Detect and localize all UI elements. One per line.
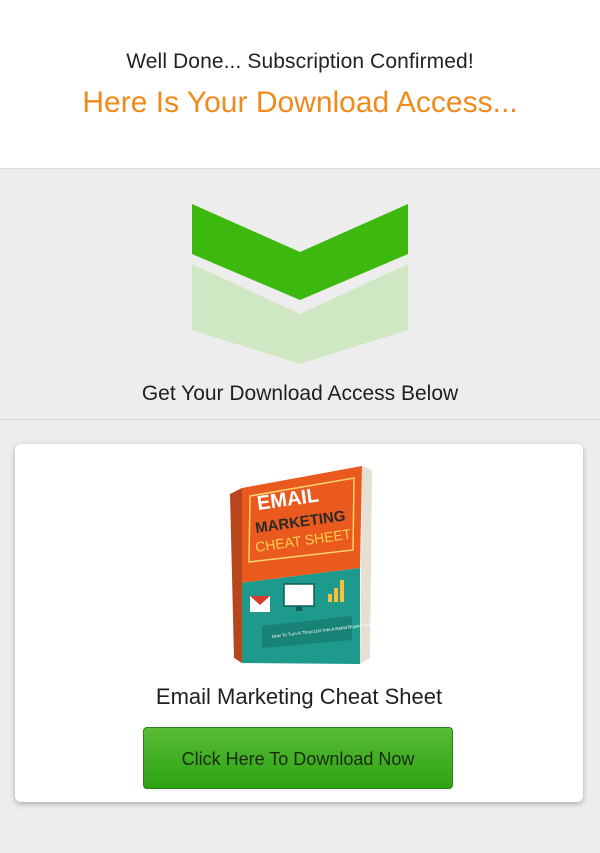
confirmation-header: Well Done... Subscription Confirmed! Her… [0, 0, 600, 169]
download-section-label: Get Your Download Access Below [141, 382, 459, 405]
ebook-cover-image: EMAIL MARKETING CHEAT SHEET How To Turn … [230, 466, 372, 664]
confirmation-message: Well Done... Subscription Confirmed! [126, 50, 474, 73]
product-title: Email Marketing Cheat Sheet [155, 684, 443, 709]
down-chevron-icon [192, 204, 408, 364]
download-button[interactable]: Click Here To Download Now [143, 727, 453, 789]
download-arrow-section: Get Your Download Access Below [0, 169, 600, 420]
product-card: EMAIL MARKETING CHEAT SHEET How To Turn … [15, 444, 583, 802]
download-access-heading: Here Is Your Download Access... [82, 86, 518, 119]
